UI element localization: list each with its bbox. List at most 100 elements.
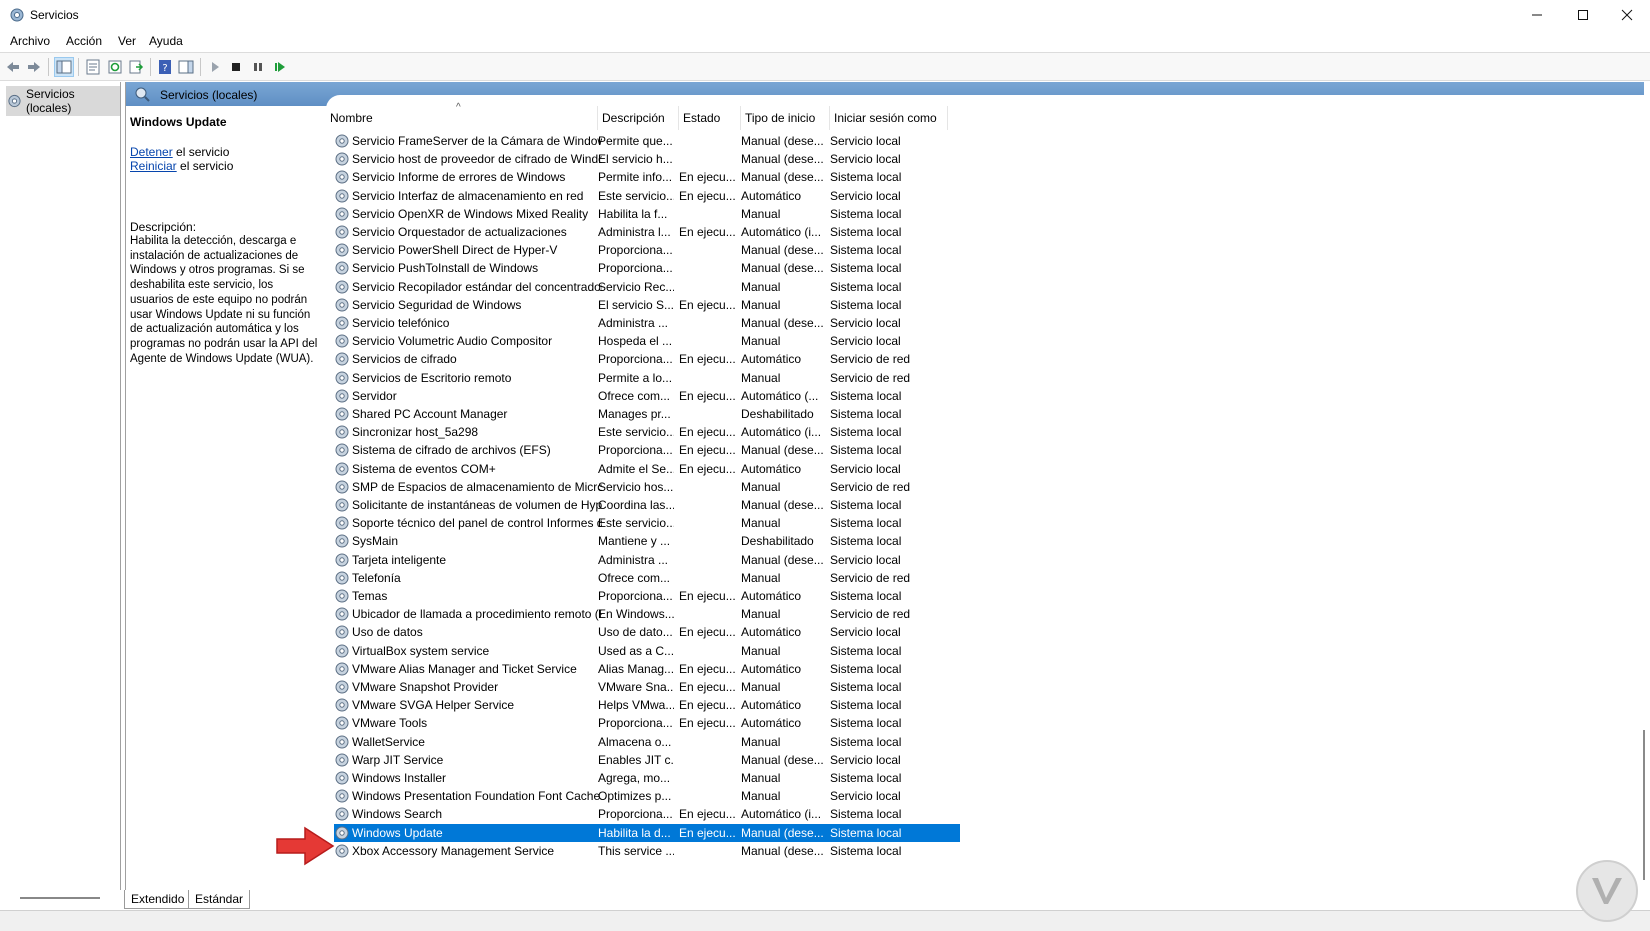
service-row[interactable]: VMware Alias Manager and Ticket Service A…	[334, 660, 960, 678]
service-row[interactable]: Uso de datos Uso de dato... En ejecu... Aut…	[334, 623, 960, 641]
column-header-iniciar-sesion[interactable]: Iniciar sesión como	[830, 106, 948, 130]
show-console-tree-button[interactable]	[54, 57, 74, 77]
service-desc-cell: Mantiene y ...	[598, 534, 671, 549]
tab-extendido[interactable]: Extendido	[124, 890, 192, 909]
service-row[interactable]: VMware Snapshot Provider VMware Sna... En …	[334, 678, 960, 696]
service-row[interactable]: Warp JIT Service Enables JIT c... Manual (…	[334, 751, 960, 769]
menu-ver[interactable]: Ver	[118, 34, 136, 48]
pause-service-button[interactable]	[248, 57, 268, 77]
service-status-cell: En ejecu...	[679, 625, 736, 640]
service-gear-icon	[335, 789, 349, 803]
service-name-cell: Xbox Accessory Management Service	[352, 843, 555, 858]
restart-service-button[interactable]	[270, 57, 290, 77]
service-row[interactable]: Windows Update Habilita la d... En ejecu..…	[334, 823, 960, 842]
tree-horizontal-scrollbar[interactable]	[20, 897, 100, 899]
service-desc-cell: Proporciona...	[598, 243, 673, 258]
service-status-cell: En ejecu...	[679, 661, 736, 676]
close-button[interactable]	[1604, 0, 1650, 30]
service-row[interactable]: Sistema de eventos COM+ Admite el Se... En…	[334, 460, 960, 478]
service-row[interactable]: Soporte técnico del panel de control Inf…	[334, 514, 960, 532]
service-desc-cell: Enables JIT c...	[598, 752, 674, 767]
service-row[interactable]: Sistema de cifrado de archivos (EFS) Prop…	[334, 441, 960, 459]
service-row[interactable]: Servicio telefónico Administra ... Manual …	[334, 314, 960, 332]
service-gear-icon	[335, 589, 349, 603]
service-gear-icon	[335, 680, 349, 694]
refresh-button[interactable]	[105, 57, 125, 77]
show-action-pane-button[interactable]	[176, 57, 196, 77]
service-row[interactable]: Servicio Seguridad de Windows El servicio…	[334, 296, 960, 314]
tab-estandar[interactable]: Estándar	[188, 890, 251, 909]
service-desc-cell: Helps VMwa...	[598, 698, 674, 713]
service-row[interactable]: Solicitante de instantáneas de volumen d…	[334, 496, 960, 514]
menu-archivo[interactable]: Archivo	[10, 34, 50, 48]
back-button[interactable]	[3, 57, 23, 77]
service-row[interactable]: Temas Proporciona... En ejecu... Automático…	[334, 587, 960, 605]
forward-button[interactable]	[24, 57, 44, 77]
service-row[interactable]: Windows Search Proporciona... En ejecu... A…	[334, 805, 960, 823]
properties-button[interactable]	[83, 57, 103, 77]
help-button[interactable]: ?	[155, 57, 175, 77]
minimize-button[interactable]	[1514, 0, 1560, 30]
service-row[interactable]: Servidor Ofrece com... En ejecu... Automáti…	[334, 387, 960, 405]
column-header-tipo-inicio[interactable]: Tipo de inicio	[741, 106, 830, 130]
service-row[interactable]: VirtualBox system service Used as a C... M…	[334, 642, 960, 660]
stop-service-action: Detener el servicio	[130, 145, 229, 159]
service-gear-icon	[335, 826, 349, 840]
service-startup-cell: Manual	[741, 206, 781, 221]
service-name-cell: Windows Search	[352, 807, 443, 822]
service-row[interactable]: Servicio Interfaz de almacenamiento en r…	[334, 187, 960, 205]
service-row[interactable]: Servicios de cifrado Proporciona... En eje…	[334, 350, 960, 368]
service-desc-cell: Used as a C...	[598, 643, 674, 658]
service-desc-cell: Administra l...	[598, 225, 671, 239]
service-row[interactable]: VMware SVGA Helper Service Helps VMwa... E…	[334, 696, 960, 714]
start-service-button[interactable]	[205, 57, 225, 77]
service-status-cell: En ejecu...	[679, 297, 736, 312]
service-row[interactable]: Sincronizar host_5a298 Este servicio... En…	[334, 423, 960, 441]
service-row[interactable]: VMware Tools Proporciona... En ejecu... Aut…	[334, 714, 960, 732]
service-row[interactable]: Windows Installer Agrega, mo... Manual Sist…	[334, 769, 960, 787]
service-name-cell: Tarjeta inteligente	[352, 552, 447, 567]
service-row[interactable]: Servicio Volumetric Audio Compositor Hosp…	[334, 332, 960, 350]
column-header-nombre[interactable]: ^ Nombre	[326, 102, 598, 130]
service-row[interactable]: SMP de Espacios de almacenamiento de Mic…	[334, 478, 960, 496]
service-name-cell: VMware Tools	[352, 716, 428, 731]
service-row[interactable]: Tarjeta inteligente Administra ... Manual …	[334, 551, 960, 569]
service-row[interactable]: Xbox Accessory Management Service This se…	[334, 842, 960, 860]
service-row[interactable]: Servicio PowerShell Direct de Hyper-V Pro…	[334, 241, 960, 259]
service-row[interactable]: Servicio Orquestador de actualizaciones A…	[334, 223, 960, 241]
service-gear-icon	[335, 735, 349, 749]
maximize-button[interactable]	[1560, 0, 1606, 30]
service-row[interactable]: Servicio host de proveedor de cifrado de…	[334, 150, 960, 168]
restart-service-link[interactable]: Reiniciar	[130, 159, 177, 173]
service-row[interactable]: Servicio Informe de errores de Windows Pe…	[334, 168, 960, 186]
service-name-cell: Servicio telefónico	[352, 316, 450, 330]
service-desc-cell: Agrega, mo...	[598, 771, 671, 785]
service-logon-cell: Servicio local	[830, 334, 901, 349]
service-row[interactable]: Servicio Recopilador estándar del concen…	[334, 278, 960, 296]
service-row[interactable]: Windows Presentation Foundation Font Cac…	[334, 787, 960, 805]
service-row[interactable]: Telefonía Ofrece com... Manual Servicio de …	[334, 569, 960, 587]
menu-accion[interactable]: Acción	[66, 34, 102, 48]
service-row[interactable]: SysMain Mantiene y ... Deshabilitado Sistem…	[334, 532, 960, 550]
stop-service-button[interactable]	[226, 57, 246, 77]
column-header-descripcion[interactable]: Descripción	[598, 106, 679, 130]
export-list-button[interactable]	[126, 57, 146, 77]
selected-service-name: Windows Update	[130, 115, 227, 129]
service-row[interactable]: Servicios de Escritorio remoto Permite a …	[334, 369, 960, 387]
services-gear-icon	[8, 94, 21, 108]
menu-ayuda[interactable]: Ayuda	[149, 34, 183, 48]
service-row[interactable]: Servicio PushToInstall de Windows Proporc…	[334, 259, 960, 277]
service-row[interactable]: Servicio FrameServer de la Cámara de Win…	[334, 132, 960, 150]
column-header-estado[interactable]: Estado	[679, 106, 741, 130]
service-row[interactable]: WalletService Almacena o... Manual Sistema …	[334, 733, 960, 751]
stop-service-link[interactable]: Detener	[130, 145, 173, 159]
service-row[interactable]: Shared PC Account Manager Manages pr... De…	[334, 405, 960, 423]
service-row[interactable]: Servicio OpenXR de Windows Mixed Reality…	[334, 205, 960, 223]
restart-service-suffix: el servicio	[176, 159, 234, 173]
service-startup-cell: Manual	[741, 334, 781, 349]
service-row[interactable]: Ubicador de llamada a procedimiento remo…	[334, 605, 960, 623]
scrollbar-thumb[interactable]	[1643, 730, 1645, 880]
tree-item-servicios-locales[interactable]: Servicios (locales)	[6, 86, 120, 116]
service-name-cell: Servicio Recopilador estándar del concen…	[352, 279, 602, 294]
service-logon-cell: Sistema local	[830, 206, 902, 221]
